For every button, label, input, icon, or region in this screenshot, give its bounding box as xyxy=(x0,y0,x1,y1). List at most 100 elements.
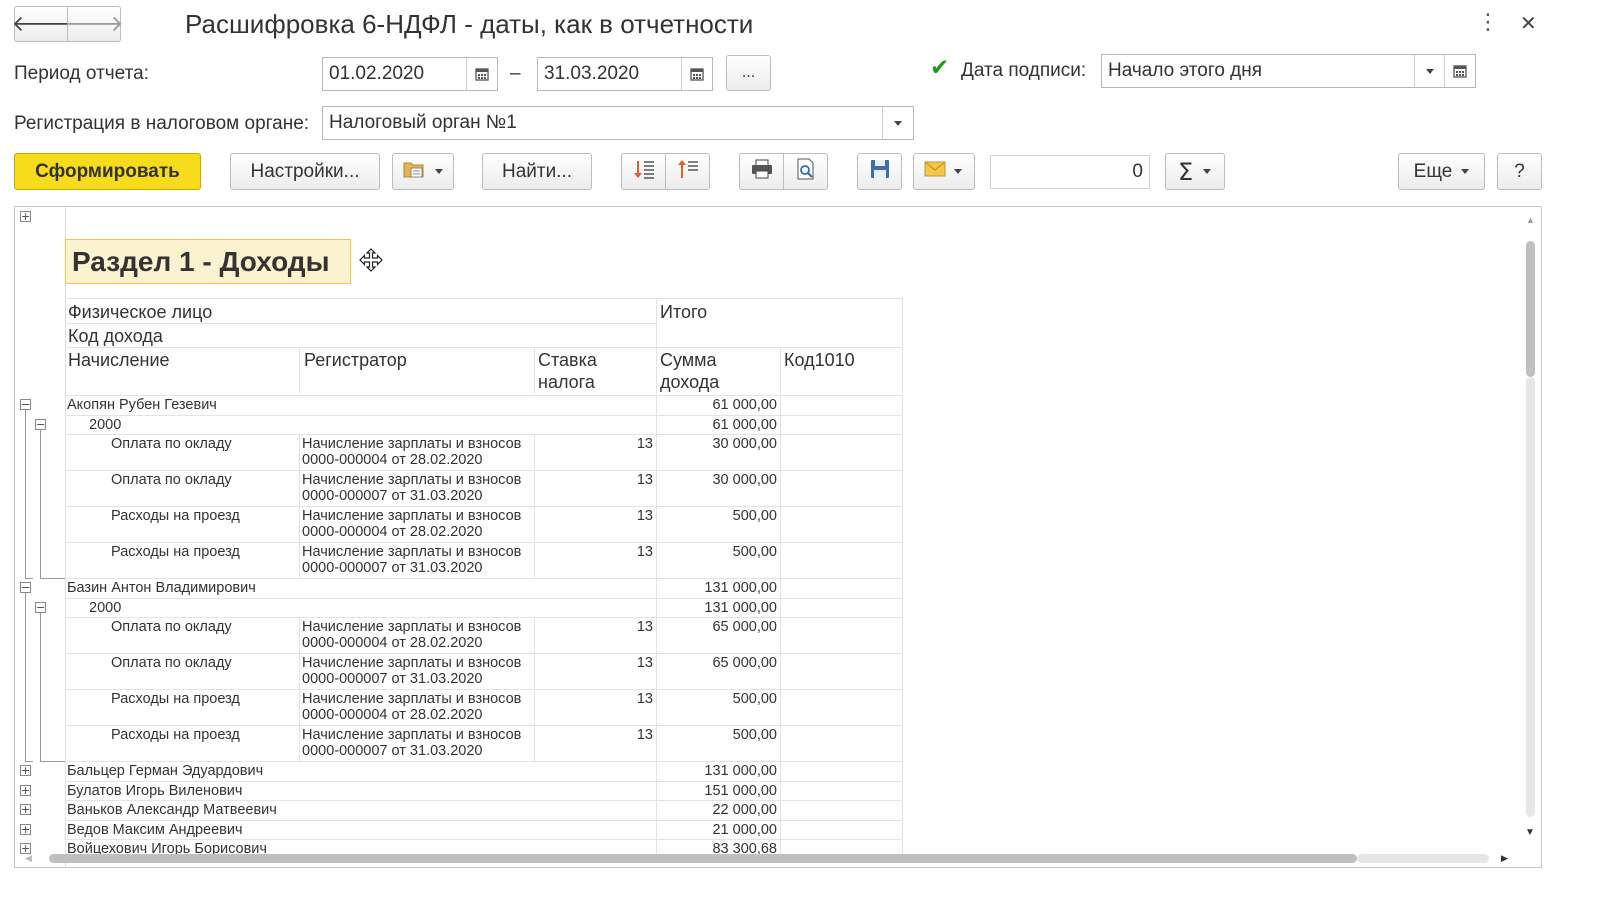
accrual-name: Расходы на проезд xyxy=(111,544,240,560)
column-separator xyxy=(902,800,903,820)
sum-field[interactable]: 0 xyxy=(990,155,1150,189)
generate-button[interactable]: Сформировать xyxy=(14,153,201,190)
column-separator xyxy=(65,414,66,434)
accrual-name: Расходы на проезд xyxy=(111,508,240,524)
column-separator xyxy=(902,542,903,578)
registrar-doc: Начисление зарплаты и взносов 0000-00000… xyxy=(302,655,522,687)
column-separator xyxy=(65,689,66,725)
expand-toggle-icon[interactable]: + xyxy=(20,804,31,815)
vertical-scroll-thumb[interactable] xyxy=(1526,241,1535,377)
save-button[interactable] xyxy=(857,153,902,190)
chevron-down-icon xyxy=(1461,169,1470,174)
collapse-all-button[interactable] xyxy=(665,153,710,190)
column-separator xyxy=(902,506,903,542)
column-separator xyxy=(902,470,903,506)
print-preview-button[interactable] xyxy=(783,153,828,190)
row-separator xyxy=(65,725,902,726)
back-button[interactable]: 🡐 xyxy=(12,6,71,42)
tax-rate: 13 xyxy=(636,508,653,524)
date-from-value: 01.02.2020 xyxy=(329,63,425,84)
income-amount: 61 000,00 xyxy=(712,416,777,433)
column-separator xyxy=(534,725,535,761)
column-separator xyxy=(656,689,657,725)
collapse-toggle-icon[interactable]: − xyxy=(20,582,31,593)
date-to-field[interactable]: 31.03.2020 xyxy=(537,57,713,91)
scroll-right-icon[interactable]: ▶ xyxy=(1501,853,1508,864)
column-separator xyxy=(780,470,781,506)
chevron-down-icon[interactable] xyxy=(882,107,913,139)
column-separator xyxy=(65,653,66,689)
print-button[interactable] xyxy=(739,153,784,190)
column-separator xyxy=(534,470,535,506)
vertical-scroll-track[interactable] xyxy=(1526,377,1535,817)
calendar-icon[interactable] xyxy=(681,58,712,90)
collapse-toggle-icon[interactable]: − xyxy=(35,601,46,613)
more-actions-icon[interactable]: ⋮ xyxy=(1477,10,1499,35)
income-amount: 500,00 xyxy=(732,727,777,743)
column-separator xyxy=(65,542,66,578)
expand-toggle-icon[interactable]: + xyxy=(20,765,31,776)
row-separator xyxy=(65,434,902,435)
checkmark-icon: ✔ xyxy=(930,55,950,81)
column-separator xyxy=(65,434,66,470)
horizontal-scrollbar[interactable]: ◀ ▶ xyxy=(25,852,1515,866)
variant-button[interactable] xyxy=(392,153,454,190)
sum-mode-button[interactable]: Σ xyxy=(1165,153,1225,190)
column-separator xyxy=(780,434,781,470)
column-separator xyxy=(780,597,781,617)
scroll-left-icon[interactable]: ◀ xyxy=(25,853,32,864)
header-code: Код дохода xyxy=(68,326,163,346)
scroll-down-icon[interactable]: ▼ xyxy=(1525,827,1535,838)
collapse-toggle-icon[interactable]: − xyxy=(35,418,46,430)
row-separator xyxy=(65,542,902,543)
column-separator xyxy=(65,395,66,415)
row-separator xyxy=(65,780,902,782)
more-button[interactable]: Еще xyxy=(1398,153,1485,190)
column-separator xyxy=(299,470,300,506)
horizontal-scroll-track[interactable] xyxy=(1357,854,1489,863)
horizontal-scroll-thumb[interactable] xyxy=(49,854,1357,863)
accrual-name: Оплата по окладу xyxy=(111,619,232,635)
tax-rate: 13 xyxy=(636,655,653,671)
section-title: Раздел 1 - Доходы xyxy=(65,239,351,284)
close-icon[interactable]: ✕ xyxy=(1520,11,1537,35)
expand-toggle-icon[interactable]: + xyxy=(20,211,31,222)
date-from-field[interactable]: 01.02.2020 xyxy=(322,57,498,91)
column-separator xyxy=(65,506,66,542)
settings-button[interactable]: Настройки... xyxy=(230,153,380,190)
period-select-button[interactable]: ... xyxy=(726,55,771,91)
column-separator xyxy=(902,761,903,781)
help-button[interactable]: ? xyxy=(1497,153,1542,190)
chevron-down-icon[interactable] xyxy=(1414,55,1445,87)
row-separator xyxy=(65,414,902,416)
row-separator xyxy=(65,395,902,396)
registrar-doc: Начисление зарплаты и взносов 0000-00000… xyxy=(302,436,522,468)
date-to-value: 31.03.2020 xyxy=(544,63,640,84)
column-separator xyxy=(65,725,66,761)
expand-toggle-icon[interactable]: + xyxy=(20,823,31,835)
registration-field[interactable]: Налоговый орган №1 xyxy=(322,106,914,140)
column-separator xyxy=(780,780,781,800)
tree-guide-line xyxy=(40,429,41,578)
vertical-scrollbar[interactable]: ▲ ▼ xyxy=(1523,215,1537,847)
forward-button[interactable]: 🡒 xyxy=(65,6,124,42)
registration-label: Регистрация в налоговом органе: xyxy=(14,113,310,134)
expand-all-button[interactable] xyxy=(621,153,666,190)
expand-toggle-icon[interactable]: + xyxy=(20,784,31,796)
column-separator xyxy=(534,617,535,653)
floppy-disk-icon xyxy=(870,159,890,185)
scroll-up-icon[interactable]: ▲ xyxy=(1526,215,1535,225)
column-separator xyxy=(534,434,535,470)
window-title: Расшифровка 6-НДФЛ - даты, как в отчетно… xyxy=(185,9,754,39)
calendar-icon[interactable] xyxy=(466,58,497,90)
find-button[interactable]: Найти... xyxy=(482,153,592,190)
sign-date-field[interactable]: Начало этого дня xyxy=(1101,54,1476,88)
calendar-icon[interactable] xyxy=(1444,55,1475,87)
column-separator xyxy=(65,578,66,598)
tree-guide-line xyxy=(25,410,26,578)
send-email-button[interactable] xyxy=(913,153,975,190)
column-separator xyxy=(902,819,903,839)
collapse-toggle-icon[interactable]: − xyxy=(20,399,31,410)
column-separator xyxy=(656,617,657,653)
sign-date-checkbox[interactable]: ✔ xyxy=(930,55,952,81)
